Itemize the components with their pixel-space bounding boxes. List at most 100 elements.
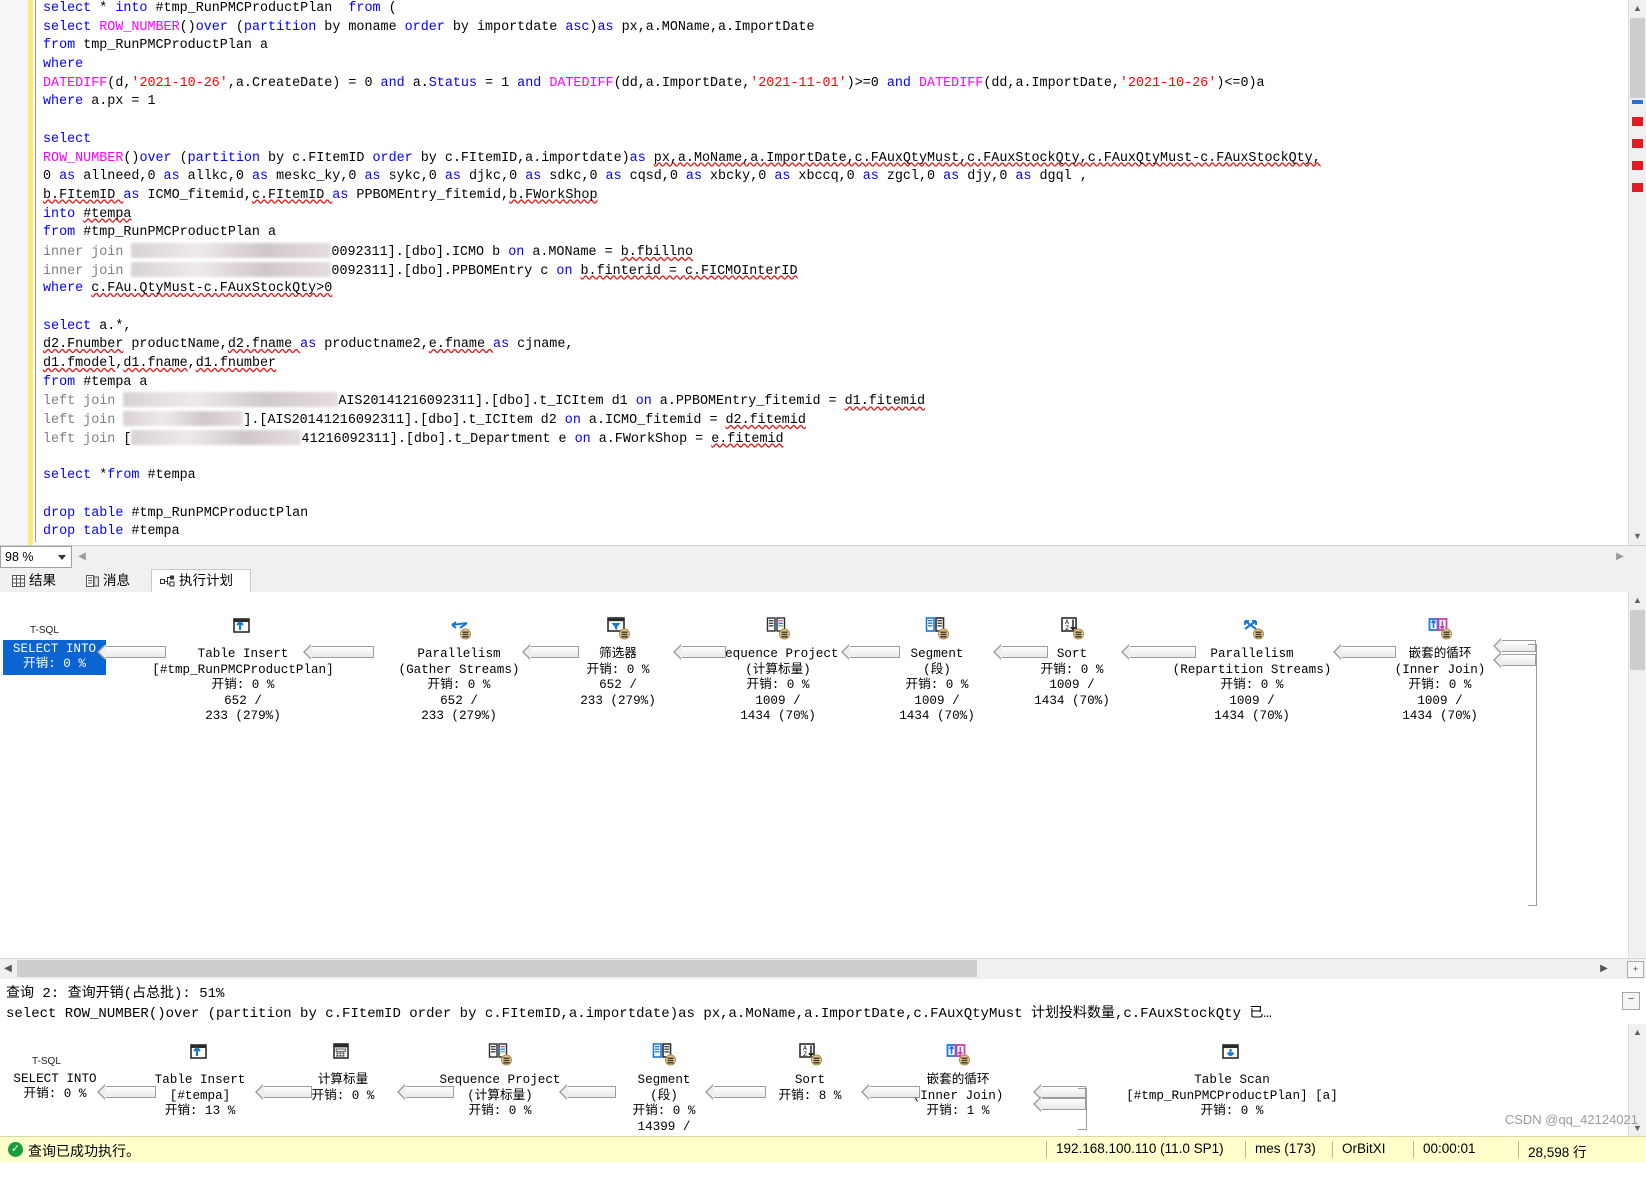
code-indent-guide xyxy=(35,485,36,505)
grid-icon xyxy=(12,572,25,594)
code-indent-guide xyxy=(35,112,36,131)
code-token: ) xyxy=(589,19,598,35)
code-indent-guide xyxy=(35,205,36,225)
code-token: (dd,a.ImportDate, xyxy=(983,75,1120,91)
code-line: DATEDIFF(d,'2021-10-26',a.CreateDate) = … xyxy=(33,74,1629,94)
plan-node-rows: 652 / xyxy=(224,693,262,708)
scroll-down-icon[interactable]: ▼ xyxy=(1629,528,1646,545)
code-indent-guide xyxy=(35,523,36,542)
plan-node-estimate: 1434 (70%) xyxy=(1402,709,1478,724)
scrollbar-thumb[interactable] xyxy=(17,960,977,977)
results-tabstrip: 结果 消息 执行计划 xyxy=(0,568,1646,593)
code-token: inner join xyxy=(43,263,132,279)
scrollbar-thumb[interactable] xyxy=(1630,18,1645,98)
code-token: sdkc,0 xyxy=(549,169,606,185)
scroll-left-icon[interactable]: ◀ xyxy=(0,959,16,978)
code-token: meskc_ky,0 xyxy=(276,169,365,185)
code-token: by importdate xyxy=(452,19,566,35)
code-token: ( xyxy=(235,19,244,35)
code-token: as xyxy=(493,337,518,353)
plan-node-subtitle: [#tmp_RunPMCProductPlan] [a] xyxy=(1126,1088,1338,1103)
code-token: a.FWorkShop = xyxy=(598,431,712,447)
plan-node-cost: 开销: 0 % xyxy=(23,657,86,672)
code-token: where xyxy=(43,57,84,73)
code-token: over xyxy=(139,150,180,166)
status-elapsed: 00:00:01 xyxy=(1423,1141,1476,1156)
code-token: table xyxy=(83,524,132,540)
code-line xyxy=(33,485,1629,505)
code-token: from xyxy=(348,1,389,16)
sql-code-area[interactable]: select * into #tmp_RunPMCProductPlan fro… xyxy=(33,0,1629,545)
code-token: ( xyxy=(388,1,397,16)
query2-sql-text: select ROW_NUMBER()over (partition by c.… xyxy=(6,1006,1272,1022)
plan1-arrow-0 xyxy=(97,644,166,660)
code-line: b.FItemID as ICMO_fitemid,c.FItemID as P… xyxy=(33,186,1629,206)
code-indent-guide xyxy=(35,224,36,243)
code-token: #tmp_RunPMCProductPlan xyxy=(155,1,349,16)
collapse-icon[interactable]: − xyxy=(1622,992,1640,1010)
scroll-mark-red xyxy=(1632,139,1643,148)
plan2-node-6[interactable]: Table Scan [#tmp_RunPMCProductPlan] [a] 开销… xyxy=(1102,1042,1362,1120)
execution-plan-pane-1[interactable]: ▲ T-SQL SELECT INTO 开销: 0 % Table Insert [#t… xyxy=(0,592,1646,972)
code-token: '2021-10-26' xyxy=(1119,75,1217,91)
plan-node-title: Table Scan xyxy=(1194,1073,1270,1088)
plan1-node-0[interactable]: Table Insert [#tmp_RunPMCProductPlan] 开销: … xyxy=(123,616,363,724)
tab-execution-plan[interactable]: 执行计划 xyxy=(151,569,251,592)
scrollbar-thumb[interactable] xyxy=(1630,610,1645,670)
plan1-node-7[interactable]: 嵌套的循环 (Inner Join) 开销: 0 % 1009 /1434 (70%) xyxy=(1320,616,1560,724)
code-token: a.*, xyxy=(99,318,132,334)
scroll-up-icon[interactable]: ▲ xyxy=(1629,592,1646,609)
code-token: b.finterid = xyxy=(580,263,685,279)
execution-plan-pane-2[interactable]: ▲ ▼ T-SQL SELECT INTO 开销: 0 % Table Insert[… xyxy=(0,1024,1646,1136)
code-token: DATEDIFF xyxy=(549,75,614,91)
plan2-arrow-4 xyxy=(705,1084,766,1100)
code-token: order xyxy=(404,19,453,35)
scroll-left-icon[interactable]: ◀ xyxy=(74,547,90,567)
scroll-right-icon[interactable]: ▶ xyxy=(1596,959,1612,978)
zoom-level-value: 98 % xyxy=(5,550,34,564)
code-indent-guide xyxy=(35,336,36,356)
code-token: inner join xyxy=(43,244,132,260)
code-token: * xyxy=(99,1,116,16)
code-token: as xyxy=(59,169,84,185)
tab-messages[interactable]: 消息 xyxy=(77,569,149,592)
code-token: select xyxy=(43,318,100,334)
code-token: #tmp_RunPMCProductPlan a xyxy=(83,225,277,241)
zoom-level-dropdown[interactable]: 98 % xyxy=(0,546,72,568)
code-line: left join ].[AIS20141216092311].[dbo].t_… xyxy=(33,411,1629,430)
code-token: ICMO_fitemid, xyxy=(147,187,252,203)
tab-label: 执行计划 xyxy=(179,573,233,588)
code-token: left join xyxy=(43,394,124,410)
code-token: ( xyxy=(179,150,188,166)
split-pane-icon[interactable]: + xyxy=(1627,961,1644,978)
code-token: as xyxy=(597,19,622,35)
code-token: d1.fnumber xyxy=(195,356,277,372)
code-line: select a.*,− xyxy=(33,317,1629,337)
scroll-up-icon[interactable]: ▲ xyxy=(1629,0,1646,17)
scroll-right-icon[interactable]: ▶ xyxy=(1612,547,1628,567)
code-token: ROW_NUMBER xyxy=(43,150,124,166)
tab-results[interactable]: 结果 xyxy=(3,569,75,592)
plan-node-rows: 14399 / xyxy=(637,1119,691,1134)
plan1-root-node[interactable]: SELECT INTO 开销: 0 % xyxy=(3,640,106,675)
plan1-vertical-scrollbar[interactable]: ▲ xyxy=(1628,592,1646,972)
code-token: asc xyxy=(565,19,590,35)
code-token: px,a.MOName,a.ImportDate xyxy=(621,19,815,35)
plan2-arrow-0 xyxy=(97,1084,156,1100)
code-token: DATEDIFF xyxy=(43,75,108,91)
code-token: a. xyxy=(412,75,429,91)
editor-vertical-scrollbar[interactable]: ▲ ▼ xyxy=(1628,0,1646,545)
code-indent-guide xyxy=(35,504,36,524)
scroll-up-icon[interactable]: ▲ xyxy=(1629,1024,1646,1040)
code-token: '2021-10-26' xyxy=(131,75,228,91)
code-token: e.fitemid xyxy=(711,431,784,447)
code-token: drop xyxy=(43,505,84,521)
code-line: where xyxy=(33,56,1629,75)
code-token: )>=0 xyxy=(846,75,887,91)
code-token: as xyxy=(685,169,711,185)
code-indent-guide xyxy=(35,392,36,412)
plan1-horizontal-scrollbar[interactable]: ◀ ▶ + xyxy=(0,958,1646,979)
code-line: inner join 0092311].[dbo].PPBOMEntry c o… xyxy=(33,261,1629,281)
editor-horizontal-scrollbar[interactable]: ◀ ▶ xyxy=(74,547,1628,567)
code-indent-guide xyxy=(35,317,36,337)
